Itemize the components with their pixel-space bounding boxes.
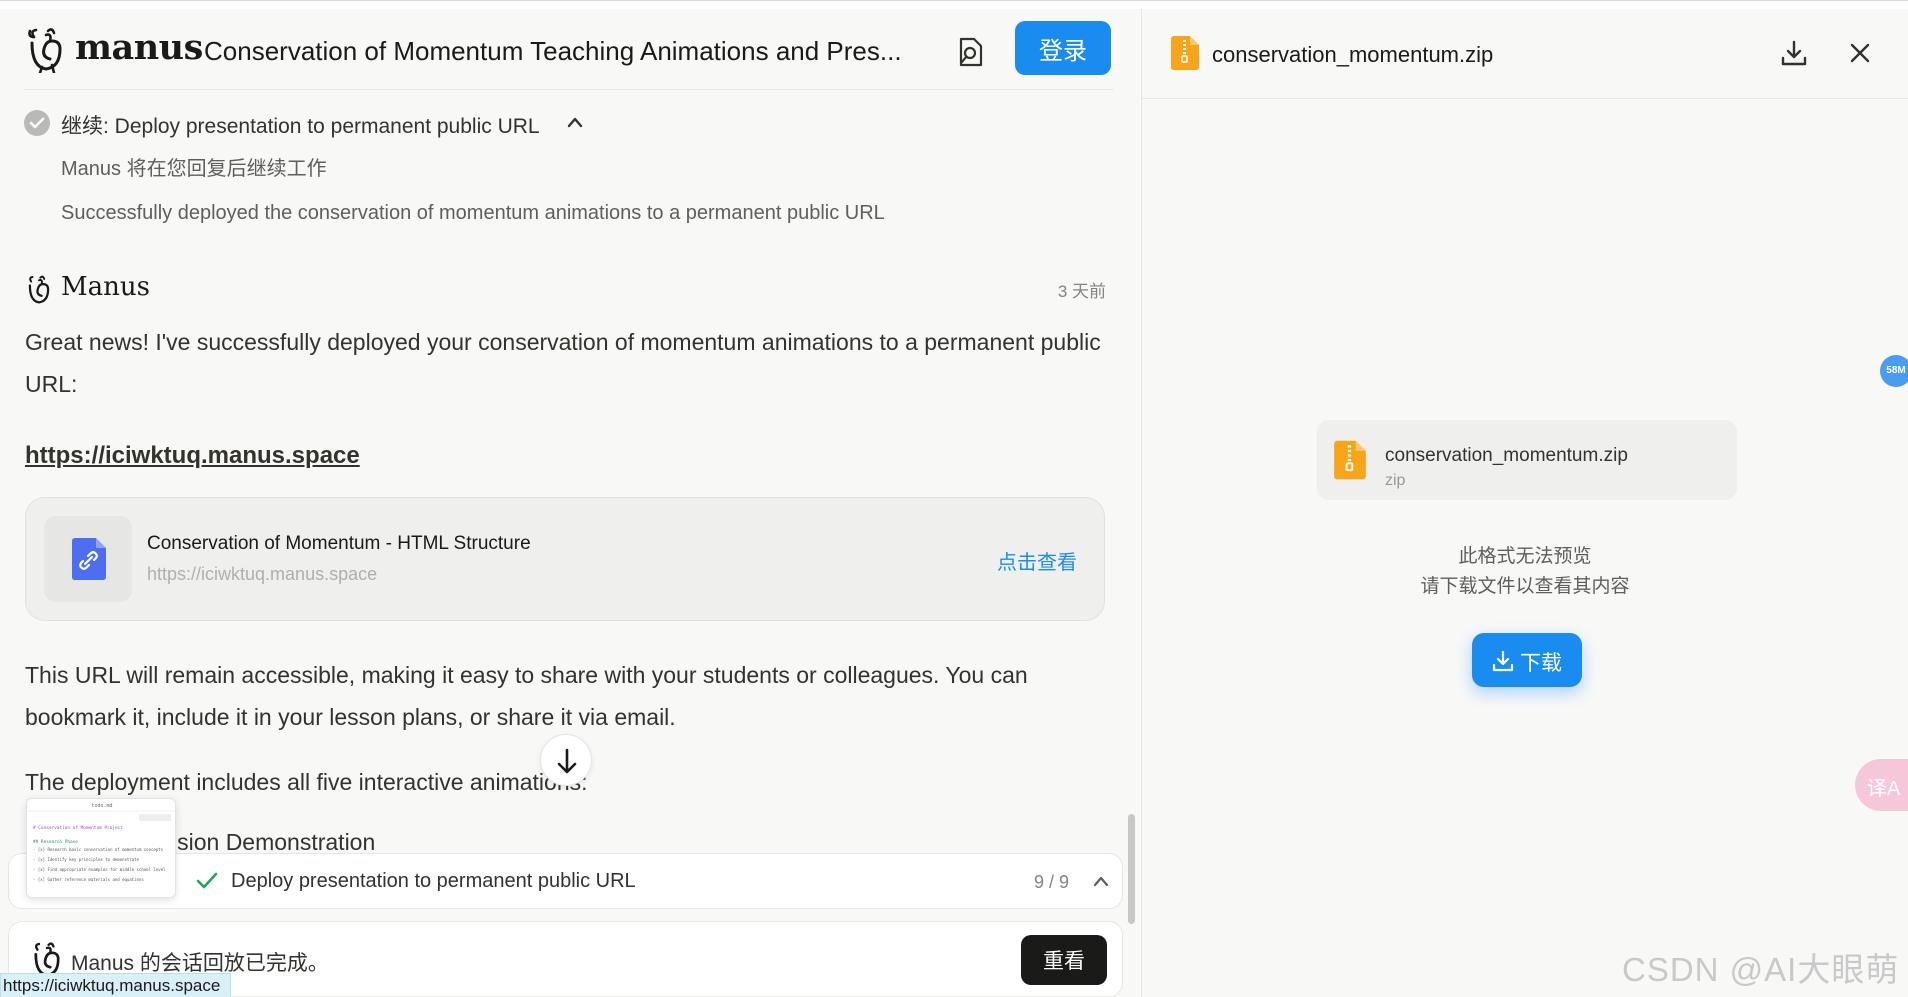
task-title: Conservation of Momentum Teaching Animat…	[204, 36, 902, 66]
thumbnail-line: - [x] Gather reference materials and equ…	[33, 877, 144, 882]
message-paragraph-1: Great news! I've successfully deployed y…	[25, 329, 1101, 397]
card-url: https://iciwktuq.manus.space	[147, 564, 378, 584]
view-link-button[interactable]: 点击查看	[997, 546, 1077, 575]
download-icon[interactable]	[1780, 39, 1808, 67]
header-divider	[24, 89, 1114, 90]
memory-usage-badge[interactable]: 58M	[1880, 355, 1908, 387]
login-button[interactable]: 登录	[1015, 21, 1111, 75]
no-preview-message: 此格式无法预览	[1458, 546, 1592, 567]
thumbnail-line: # Conservation of Momentum Project	[33, 825, 123, 831]
thumbnail-line: - [x] Find appropriate examples for midd…	[33, 867, 166, 872]
card-icon-box	[44, 516, 132, 602]
message-author: Manus	[61, 272, 150, 302]
page: manus Conservation of Momentum Teaching …	[0, 0, 1908, 997]
zip-file-card: conservation_momentum.zip zip	[1317, 420, 1737, 500]
chevron-up-icon[interactable]	[1092, 874, 1110, 888]
message-paragraph-2: This URL will remain accessible, making …	[25, 662, 1028, 730]
zip-file-icon	[1334, 440, 1366, 480]
translate-button[interactable]: 译A	[1855, 759, 1908, 811]
download-icon	[1492, 650, 1514, 672]
step-complete-icon	[24, 110, 50, 136]
manus-logo-icon	[28, 28, 62, 73]
deployment-link-card[interactable]: Conservation of Momentum - HTML Structur…	[25, 497, 1105, 621]
thumbnail-line: - [x] Research basic conservation of mom…	[33, 847, 164, 852]
watermark: CSDN @AI大眼萌	[1622, 951, 1900, 988]
step-note: Manus 将在您回复后继续工作	[61, 158, 327, 180]
zip-file-icon	[1171, 36, 1199, 70]
link-document-icon	[72, 538, 106, 580]
manus-wordmark: manus	[75, 27, 203, 68]
chat-panel: manus Conservation of Momentum Teaching …	[0, 9, 1141, 997]
scroll-to-bottom-button[interactable]	[540, 734, 592, 786]
file-extension: zip	[1385, 472, 1406, 489]
arrow-down-icon	[557, 748, 577, 774]
progress-count: 9 / 9	[1034, 872, 1070, 892]
computer-preview-thumbnail[interactable]: todo.md # Conservation of Momentum Proje…	[26, 798, 176, 898]
check-icon	[196, 872, 218, 889]
download-file-label: 下载	[1520, 652, 1562, 675]
step-result: Successfully deployed the conservation o…	[61, 202, 885, 224]
translate-icon: 译A	[1867, 778, 1901, 800]
chat-scrollbar[interactable]	[1128, 814, 1135, 924]
chat-header: manus Conservation of Momentum Teaching …	[0, 9, 1141, 89]
file-preview-title: conservation_momentum.zip	[1212, 42, 1494, 67]
no-preview-hint: 请下载文件以查看其内容	[1420, 576, 1630, 597]
thumbnail-render: todo.md # Conservation of Momentum Proje…	[27, 799, 175, 897]
thumbnail-line: ## Research Phase	[33, 839, 78, 845]
message-timestamp: 3 天前	[1057, 282, 1106, 301]
progress-label: Deploy presentation to permanent public …	[231, 870, 636, 892]
card-title: Conservation of Momentum - HTML Structur…	[147, 533, 531, 554]
chevron-up-icon[interactable]	[565, 114, 585, 130]
browser-status-url: https://iciwktuq.manus.space	[0, 973, 232, 997]
download-file-button[interactable]: 下载	[1472, 633, 1582, 687]
step-label[interactable]: 继续: Deploy presentation to permanent pub…	[61, 110, 540, 140]
replay-button[interactable]: 重看	[1021, 935, 1107, 985]
close-icon[interactable]	[1848, 41, 1872, 65]
deployed-url-link[interactable]: https://iciwktuq.manus.space	[25, 442, 360, 470]
share-file-icon[interactable]	[956, 36, 986, 68]
file-preview-panel: conservation_momentum.zip 58M conservati…	[1142, 9, 1908, 997]
file-name: conservation_momentum.zip	[1385, 445, 1628, 466]
thumbnail-tab-title: todo.md	[91, 803, 112, 809]
file-preview-header: conservation_momentum.zip	[1142, 9, 1908, 99]
manus-avatar-icon	[28, 275, 50, 304]
list-item-partial: ision Demonstration	[172, 829, 376, 853]
thumbnail-line: - [x] Identify key principles to demonst…	[33, 857, 140, 862]
